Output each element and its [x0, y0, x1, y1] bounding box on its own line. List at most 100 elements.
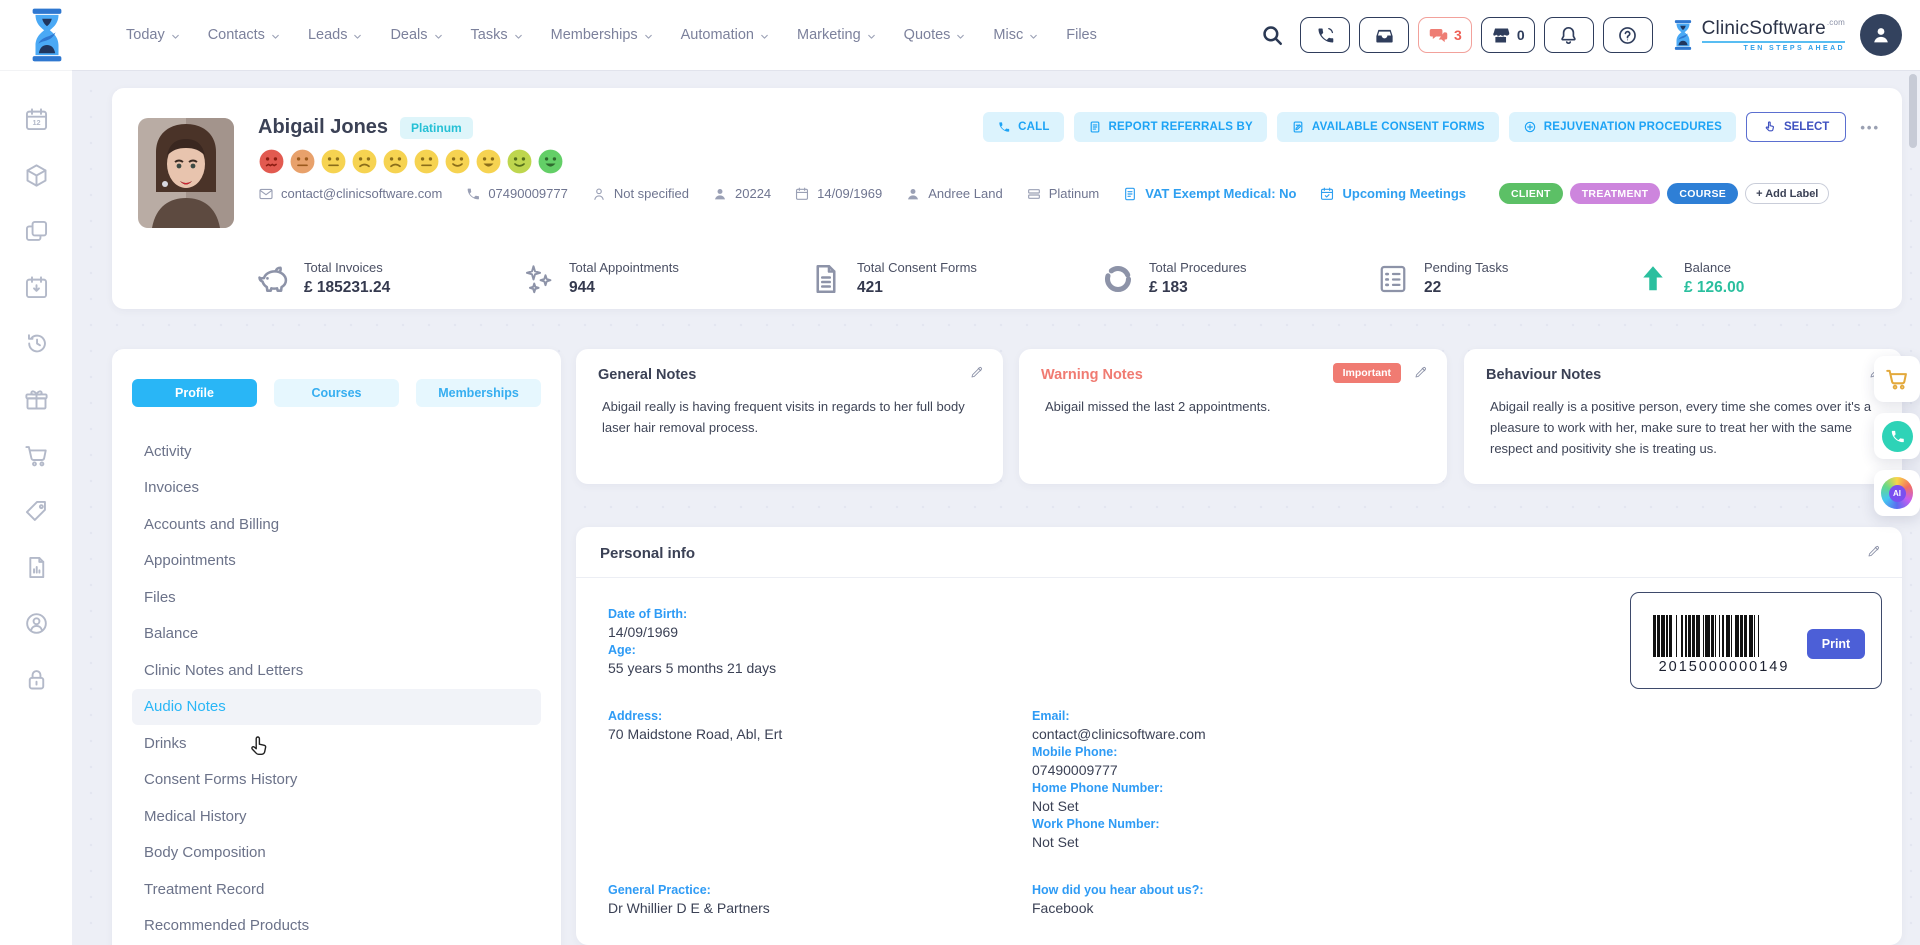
nav-item-misc[interactable]: Misc: [993, 27, 1039, 43]
sidebar-item-files[interactable]: Files: [132, 579, 541, 616]
mood-face-icon[interactable]: [258, 148, 285, 180]
sidebar-item-invoices[interactable]: Invoices: [132, 470, 541, 507]
user-avatar[interactable]: [1860, 14, 1902, 56]
client-label-pill[interactable]: COURSE: [1667, 183, 1738, 204]
action-button-rejuvenation-procedures[interactable]: REJUVENATION PROCEDURES: [1509, 112, 1736, 142]
rail-account-icon[interactable]: [23, 610, 50, 637]
mood-face-icon[interactable]: [475, 148, 502, 180]
stat-text: Balance£ 126.00: [1684, 260, 1744, 297]
mood-face-icon[interactable]: [444, 148, 471, 180]
nav-item-memberships[interactable]: Memberships: [551, 27, 654, 43]
field-value: Not Set: [1032, 798, 1206, 815]
left-rail: 12: [0, 70, 72, 945]
dialer-button[interactable]: [1300, 17, 1350, 53]
clinicsoftware-hourglass-logo[interactable]: [24, 7, 70, 63]
sidebar-item-clinic-notes-and-letters[interactable]: Clinic Notes and Letters: [132, 652, 541, 689]
inbox-button[interactable]: [1359, 17, 1409, 53]
sidebar-item-audio-notes[interactable]: Audio Notes: [132, 689, 541, 726]
search-icon[interactable]: [1261, 24, 1284, 47]
tab-memberships[interactable]: Memberships: [416, 379, 541, 407]
scrollbar-thumb[interactable]: [1909, 74, 1917, 148]
nav-item-quotes[interactable]: Quotes: [904, 27, 967, 43]
rail-report-icon[interactable]: [23, 554, 50, 581]
client-label-pill[interactable]: CLIENT: [1499, 183, 1563, 204]
nav-item-contacts[interactable]: Contacts: [208, 27, 281, 43]
help-button[interactable]: [1603, 17, 1653, 53]
nav-item-automation[interactable]: Automation: [681, 27, 770, 43]
field-value: 55 years 5 months 21 days: [608, 660, 776, 677]
print-button[interactable]: Print: [1807, 629, 1865, 659]
stat-text: Pending Tasks22: [1424, 260, 1508, 297]
action-button-available-consent-forms[interactable]: AVAILABLE CONSENT FORMS: [1277, 112, 1499, 142]
mood-face-icon[interactable]: [537, 148, 564, 180]
rail-history-icon[interactable]: [23, 330, 50, 357]
mood-face-icon[interactable]: [382, 148, 409, 180]
store-button[interactable]: 0: [1481, 17, 1535, 53]
nav-item-tasks[interactable]: Tasks: [471, 27, 524, 43]
donut-icon: [1100, 261, 1136, 297]
select-button[interactable]: SELECT: [1746, 112, 1846, 142]
contact-item[interactable]: VAT Exempt Medical: No: [1122, 186, 1296, 202]
sidebar-item-accounts-and-billing[interactable]: Accounts and Billing: [132, 506, 541, 543]
rail-tag-icon[interactable]: [23, 498, 50, 525]
sidebar-item-body-composition[interactable]: Body Composition: [132, 835, 541, 872]
chat-button[interactable]: 3: [1418, 17, 1472, 53]
rail-copy-icon[interactable]: [23, 218, 50, 245]
sidebar-item-consent-forms-history[interactable]: Consent Forms History: [132, 762, 541, 799]
sidebar-item-appointments[interactable]: Appointments: [132, 543, 541, 580]
chevron-down-icon: [170, 31, 181, 42]
nav-item-leads[interactable]: Leads: [308, 27, 364, 43]
pencil-icon[interactable]: [969, 364, 985, 380]
rail-cart-icon[interactable]: [23, 442, 50, 469]
mood-face-icon[interactable]: [289, 148, 316, 180]
nav-item-marketing[interactable]: Marketing: [797, 27, 877, 43]
mood-face-icon[interactable]: [320, 148, 347, 180]
field-value: Facebook: [1032, 900, 1204, 917]
floating-ai-button[interactable]: AI: [1874, 470, 1920, 516]
note-text: Abigail really is having frequent visits…: [598, 396, 981, 438]
contact-item: 20224: [712, 186, 771, 202]
client-contact-row: contact@clinicsoftware.com07490009777Not…: [258, 183, 1829, 204]
sidebar-item-medical-history[interactable]: Medical History: [132, 798, 541, 835]
sidebar-item-balance[interactable]: Balance: [132, 616, 541, 653]
profile-menu-list: ActivityInvoicesAccounts and BillingAppo…: [132, 433, 541, 944]
client-label-pill[interactable]: TREATMENT: [1570, 183, 1661, 204]
mood-face-icon[interactable]: [506, 148, 533, 180]
notifications-button[interactable]: [1544, 17, 1594, 53]
rail-calendar-in-icon[interactable]: [23, 274, 50, 301]
sidebar-item-drinks[interactable]: Drinks: [132, 725, 541, 762]
floating-phone-button[interactable]: [1874, 413, 1920, 459]
tab-courses[interactable]: Courses: [274, 379, 399, 407]
rail-gift-icon[interactable]: [23, 386, 50, 413]
client-barcode-box: 2015000000149 Print: [1630, 592, 1882, 689]
client-photo[interactable]: [138, 118, 234, 228]
profile-tabs: Profile Courses Memberships: [132, 379, 541, 407]
action-button-report-referrals-by[interactable]: REPORT REFERRALS BY: [1074, 112, 1267, 142]
edit-pencil-icon[interactable]: [1866, 543, 1882, 559]
sidebar-item-recommended-products[interactable]: Recommended Products: [132, 908, 541, 945]
sidebar-item-activity[interactable]: Activity: [132, 433, 541, 470]
rail-package-icon[interactable]: [23, 162, 50, 189]
add-label-button[interactable]: + Add Label: [1745, 183, 1829, 204]
pencil-icon[interactable]: [1413, 364, 1429, 380]
brand-logo[interactable]: ClinicSoftware.com TEN STEPS AHEAD: [1670, 18, 1845, 52]
field-value: Not Set: [1032, 834, 1206, 851]
nav-item-label: Contacts: [208, 27, 265, 43]
nav-item-today[interactable]: Today: [126, 27, 181, 43]
chevron-down-icon: [866, 31, 877, 42]
rail-calendar-icon[interactable]: 12: [23, 106, 50, 133]
rail-lock-icon[interactable]: [23, 666, 50, 693]
store-badge: 0: [1517, 27, 1525, 43]
stat-total-invoices: Total Invoices£ 185231.24: [255, 260, 390, 297]
sidebar-item-treatment-record[interactable]: Treatment Record: [132, 871, 541, 908]
mood-face-icon[interactable]: [413, 148, 440, 180]
nav-item-deals[interactable]: Deals: [390, 27, 443, 43]
mood-face-icon[interactable]: [351, 148, 378, 180]
more-options-button[interactable]: •••: [1860, 120, 1880, 135]
floating-cart-button[interactable]: [1874, 356, 1920, 402]
nav-item-label: Today: [126, 27, 165, 43]
contact-item[interactable]: Upcoming Meetings: [1319, 186, 1466, 202]
nav-item-files[interactable]: Files: [1066, 27, 1097, 43]
action-button-call[interactable]: CALL: [983, 112, 1063, 142]
tab-profile[interactable]: Profile: [132, 379, 257, 407]
